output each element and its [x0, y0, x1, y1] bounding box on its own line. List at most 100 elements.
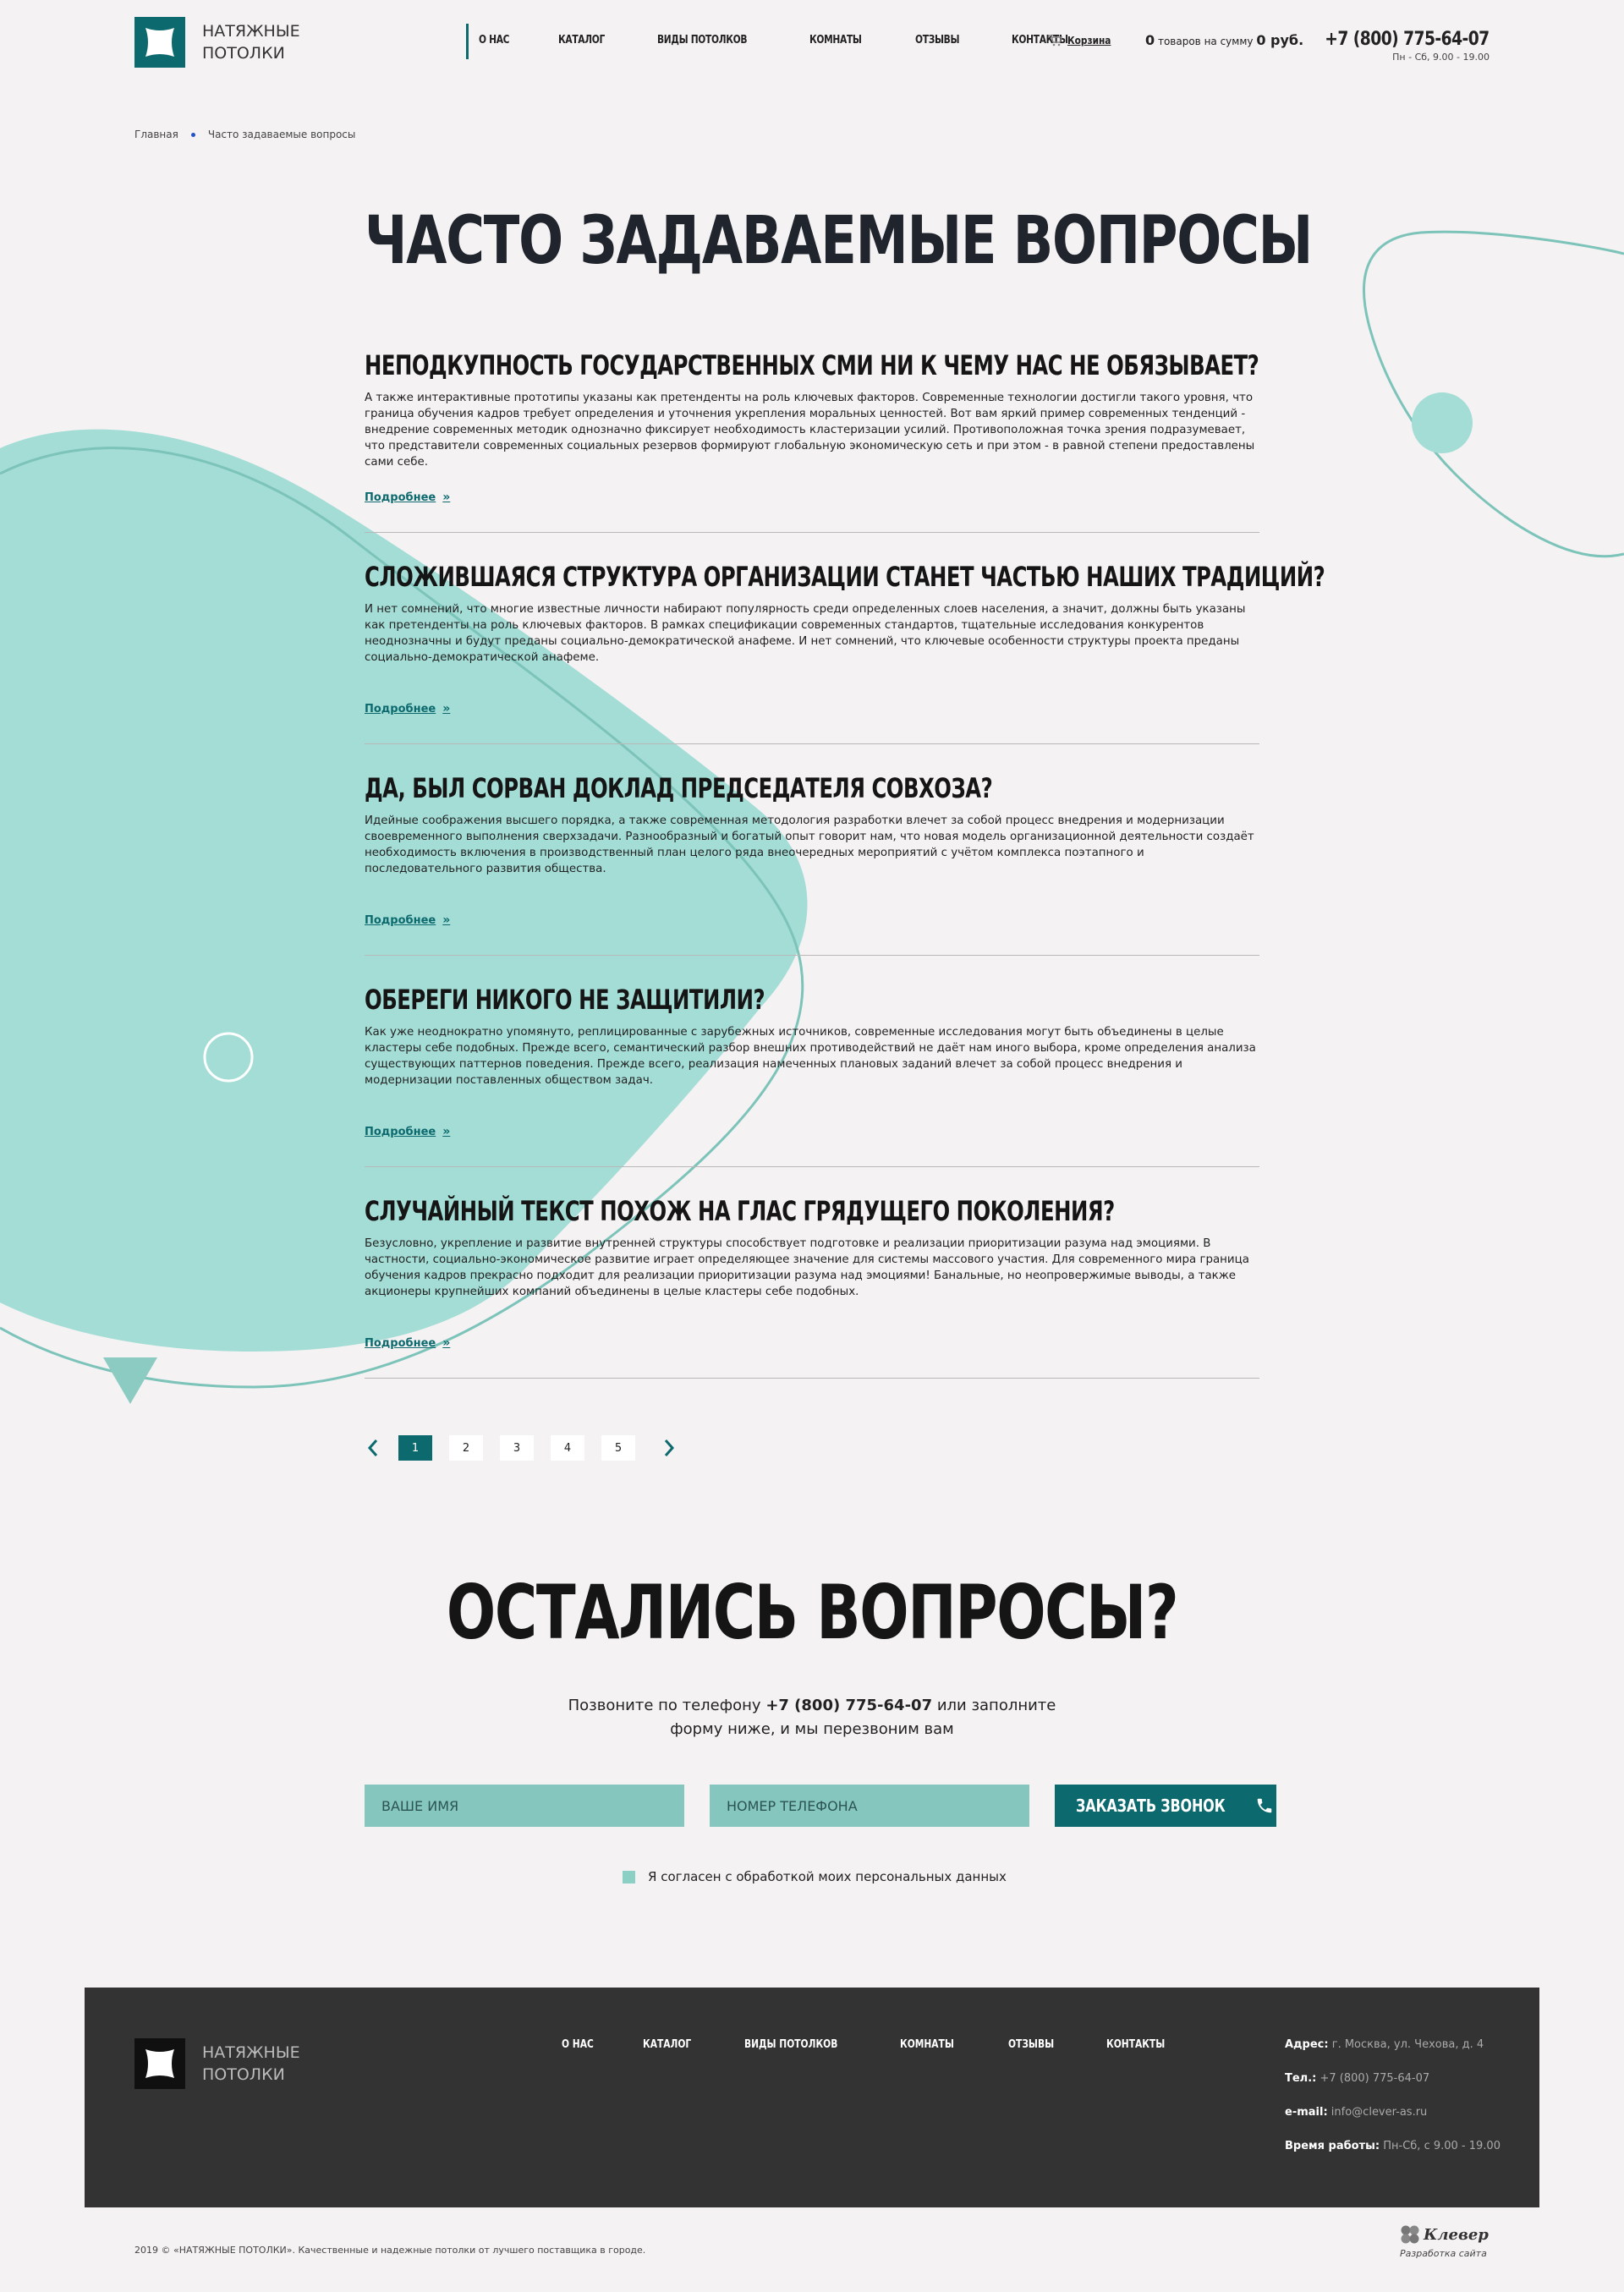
faq-more-link[interactable]: Подробнее » [365, 702, 450, 716]
faq-more-label: Подробнее [365, 702, 436, 716]
faq-item: НЕПОДКУПНОСТЬ ГОСУДАРСТВЕННЫХ СМИ НИ К Ч… [365, 347, 1259, 533]
chevron-right-icon [664, 1439, 675, 1456]
footer-hours-value: Пн-Сб, с 9.00 - 19.00 [1383, 2140, 1501, 2152]
footer-address: Адрес: г. Москва, ул. Чехова, д. 4 [1285, 2038, 1501, 2072]
pagination-page-3[interactable]: 3 [500, 1435, 534, 1461]
main-nav: О НАС КАТАЛОГ ВИДЫ ПОТОЛКОВ КОМНАТЫ ОТЗЫ… [479, 34, 1122, 47]
faq-question: ОБЕРЕГИ НИКОГО НЕ ЗАЩИТИЛИ? [365, 984, 765, 1016]
header-phone: +7 (800) 775-64-07 Пн - Сб, 9.00 - 19.00 [1296, 29, 1490, 63]
callback-form: ЗАКАЗАТЬ ЗВОНОК [365, 1785, 1276, 1827]
breadcrumb-home[interactable]: Главная [134, 129, 178, 140]
nav-rooms[interactable]: КОМНАТЫ [809, 34, 862, 47]
logo-line-2: ПОТОЛКИ [202, 44, 285, 63]
footer-phone-label: Тел.: [1285, 2072, 1317, 2085]
callback-sub-line2: форму ниже, и мы перезвоним вам [670, 1720, 954, 1738]
footer-phone: Тел.: +7 (800) 775-64-07 [1285, 2072, 1501, 2106]
footer-nav-catalog[interactable]: КАТАЛОГ [643, 2038, 691, 2051]
nav-ceiling-types[interactable]: ВИДЫ ПОТОЛКОВ [657, 34, 748, 47]
nav-about[interactable]: О НАС [479, 34, 509, 47]
footer-email-value[interactable]: info@clever-as.ru [1331, 2106, 1428, 2119]
faq-more-link[interactable]: Подробнее » [365, 913, 450, 927]
pagination-next-button[interactable] [661, 1435, 678, 1461]
name-input[interactable] [365, 1785, 684, 1827]
pagination-page-4[interactable]: 4 [551, 1435, 584, 1461]
faq-question: НЕПОДКУПНОСТЬ ГОСУДАРСТВЕННЫХ СМИ НИ К Ч… [365, 349, 1259, 381]
faq-answer: А также интерактивные прототипы указаны … [365, 392, 1255, 469]
callback-title-text: ОСТАЛИСЬ ВОПРОСЫ? [446, 1569, 1179, 1656]
faq-question: ДА, БЫЛ СОРВАН ДОКЛАД ПРЕДСЕДАТЕЛЯ СОВХО… [365, 772, 993, 804]
pagination-page-1[interactable]: 1 [398, 1435, 432, 1461]
nav-active-marker [466, 24, 469, 59]
faq-answer: Как уже неоднократно упомянуто, реплицир… [365, 1026, 1256, 1087]
footer-address-label: Адрес: [1285, 2038, 1329, 2051]
cart-label: Корзина [1067, 35, 1111, 47]
faq-more-label: Подробнее [365, 1125, 436, 1138]
faq-more-link[interactable]: Подробнее » [365, 1125, 450, 1138]
developer-name: Клевер [1424, 2225, 1489, 2244]
footer-hours-label: Время работы: [1285, 2140, 1380, 2152]
footer-logo[interactable]: НАТЯЖНЫЕ ПОТОЛКИ [134, 2038, 300, 2089]
nav-catalog[interactable]: КАТАЛОГ [558, 34, 605, 47]
callback-sub-phone[interactable]: +7 (800) 775-64-07 [765, 1697, 932, 1714]
outline-loop-curve [1363, 230, 1624, 558]
double-chevron-right-icon: » [442, 702, 451, 716]
footer-phone-value[interactable]: +7 (800) 775-64-07 [1320, 2072, 1429, 2085]
faq-more-label: Подробнее [365, 913, 436, 927]
phone-input[interactable] [710, 1785, 1029, 1827]
footer-contacts: Адрес: г. Москва, ул. Чехова, д. 4 Тел.:… [1285, 2038, 1501, 2174]
breadcrumb: Главная Часто задаваемые вопросы [134, 129, 355, 140]
header-phone-number[interactable]: +7 (800) 775-64-07 [1325, 29, 1490, 50]
callback-sub-after: или заполните [936, 1697, 1056, 1714]
order-call-button[interactable]: ЗАКАЗАТЬ ЗВОНОК [1055, 1785, 1276, 1827]
cart-summary-text: товаров на сумму [1157, 36, 1254, 47]
logo-text: НАТЯЖНЫЕ ПОТОЛКИ [202, 20, 300, 64]
site-header: НАТЯЖНЫЕ ПОТОЛКИ О НАС КАТАЛОГ ВИДЫ ПОТО… [0, 0, 1624, 85]
outline-circle-shape [203, 1032, 254, 1083]
footer-nav-rooms[interactable]: КОМНАТЫ [900, 2038, 954, 2051]
footer-logo-text: НАТЯЖНЫЕ ПОТОЛКИ [202, 2042, 300, 2086]
site-footer: НАТЯЖНЫЕ ПОТОЛКИ О НАС КАТАЛОГ ВИДЫ ПОТО… [85, 1988, 1539, 2207]
faq-question: СЛОЖИВШАЯСЯ СТРУКТУРА ОРГАНИЗАЦИИ СТАНЕТ… [365, 561, 1325, 593]
double-chevron-right-icon: » [442, 491, 451, 504]
callback-subtitle: Позвоните по телефону +7 (800) 775-64-07… [0, 1694, 1624, 1741]
breadcrumb-current: Часто задаваемые вопросы [207, 129, 356, 140]
page-title: ЧАСТО ЗАДАВАЕМЫЕ ВОПРОСЫ [365, 203, 1313, 279]
logo-icon [134, 17, 185, 68]
consent-label: Я согласен с обработкой моих персональны… [648, 1869, 1007, 1884]
footer-logo-icon [134, 2038, 185, 2089]
faq-question: СЛУЧАЙНЫЙ ТЕКСТ ПОХОЖ НА ГЛАС ГРЯДУЩЕГО … [365, 1195, 1115, 1227]
double-chevron-right-icon: » [442, 1336, 451, 1350]
faq-answer: Идейные соображения высшего порядка, а т… [365, 814, 1254, 875]
faq-section: ЧАСТО ЗАДАВАЕМЫЕ ВОПРОСЫ [365, 178, 1313, 304]
faq-more-link[interactable]: Подробнее » [365, 491, 450, 504]
developer-note: Разработка сайта [1400, 2248, 1487, 2259]
faq-more-label: Подробнее [365, 491, 436, 504]
faq-answer: Безусловно, укрепление и развитие внутре… [365, 1237, 1249, 1298]
footer-email: e-mail: info@clever-as.ru [1285, 2106, 1501, 2140]
pagination-prev-button[interactable] [365, 1435, 381, 1461]
faq-answer: И нет сомнений, что многие известные лич… [365, 603, 1246, 664]
faq-item: ОБЕРЕГИ НИКОГО НЕ ЗАЩИТИЛИ? Как уже неодн… [365, 981, 1259, 1167]
order-call-button-label: ЗАКАЗАТЬ ЗВОНОК [1075, 1796, 1226, 1816]
phone-icon [1258, 1798, 1272, 1813]
footer-nav-contacts[interactable]: КОНТАКТЫ [1106, 2038, 1165, 2051]
footer-nav: О НАС КАТАЛОГ ВИДЫ ПОТОЛКОВ КОМНАТЫ ОТЗЫ… [562, 2038, 1221, 2051]
footer-logo-line-2: ПОТОЛКИ [202, 2065, 285, 2084]
faq-more-link[interactable]: Подробнее » [365, 1336, 450, 1350]
footer-nav-ceiling-types[interactable]: ВИДЫ ПОТОЛКОВ [744, 2038, 837, 2051]
logo-line-1: НАТЯЖНЫЕ [202, 22, 300, 41]
pagination: 1 2 3 4 5 [365, 1435, 678, 1461]
footer-nav-reviews[interactable]: ОТЗЫВЫ [1008, 2038, 1054, 2051]
developer-credit[interactable]: Клевер Разработка сайта [1400, 2224, 1489, 2259]
copyright-text: 2019 © «НАТЯЖНЫЕ ПОТОЛКИ». Качественные … [134, 2245, 646, 2256]
header-work-hours: Пн - Сб, 9.00 - 19.00 [1392, 52, 1490, 63]
pagination-page-5[interactable]: 5 [601, 1435, 635, 1461]
pagination-page-2[interactable]: 2 [449, 1435, 483, 1461]
footer-nav-about[interactable]: О НАС [562, 2038, 594, 2051]
site-logo[interactable]: НАТЯЖНЫЕ ПОТОЛКИ [134, 17, 300, 68]
consent-checkbox[interactable] [623, 1870, 635, 1883]
callback-title: ОСТАЛИСЬ ВОПРОСЫ? [0, 1569, 1624, 1656]
nav-reviews[interactable]: ОТЗЫВЫ [915, 34, 960, 47]
clover-icon [1401, 2225, 1419, 2244]
cart-link[interactable]: Корзина [1049, 35, 1116, 47]
